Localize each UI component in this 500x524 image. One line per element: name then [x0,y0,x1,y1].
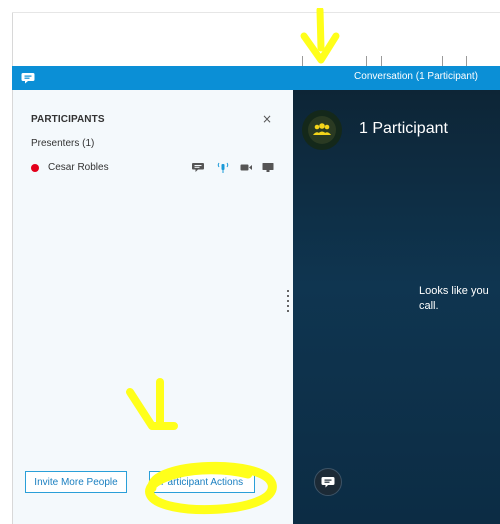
close-pane-button[interactable]: × [262,112,272,126]
participants-header: PARTICIPANTS [31,114,105,125]
presenters-group-label[interactable]: Presenters (1) [31,138,94,149]
video-icon[interactable] [239,160,253,174]
participant-count: 1 Participant [359,120,448,137]
im-toggle-button[interactable] [314,468,342,496]
background-window-strip [0,0,500,66]
divider [381,56,382,66]
conversation-stage: 1 Participant Looks like you call. [293,90,500,524]
participants-toggle-button[interactable] [308,116,336,144]
divider [466,56,467,66]
presence-status-dot [31,164,39,172]
people-icon [313,123,331,135]
participant-row[interactable]: Cesar Robles [31,160,274,176]
participant-actions-button[interactable]: Participant Actions [149,471,255,493]
audio-icon[interactable] [216,160,230,174]
invite-more-people-button[interactable]: Invite More People [25,471,127,493]
window-title: Conversation (1 Participant) [354,71,478,82]
chat-icon [321,477,335,488]
window-edge [12,12,13,66]
status-message: Looks like you call. [419,285,489,312]
divider [302,56,303,66]
chat-icon[interactable] [191,160,205,174]
participants-pane: PARTICIPANTS × Presenters (1) Cesar Robl… [12,90,294,524]
participant-name: Cesar Robles [48,162,109,173]
screen-share-icon[interactable] [261,160,275,174]
divider [366,56,367,66]
window-edge [12,12,500,13]
pane-resize-handle[interactable] [286,290,290,314]
title-bar: Conversation (1 Participant) [12,66,500,90]
skype-business-icon [21,73,35,84]
divider [442,56,443,66]
